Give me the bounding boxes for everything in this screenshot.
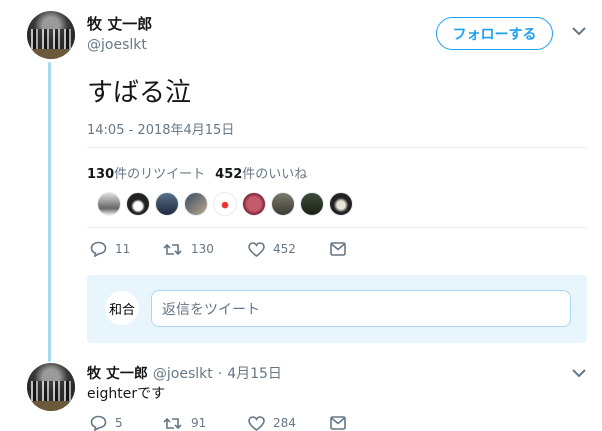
message-icon: [330, 416, 346, 430]
reply-text: eighterです: [87, 386, 166, 402]
retweet-stat[interactable]: 130件のリツイート: [87, 163, 205, 182]
message-icon: [330, 242, 346, 256]
avatar[interactable]: [27, 11, 75, 59]
retweet-button[interactable]: 91: [163, 416, 248, 431]
liker-avatar[interactable]: [126, 192, 150, 216]
liker-avatar[interactable]: [184, 192, 208, 216]
reply-composer: 和合 返信をツイート: [87, 275, 587, 343]
reply-author-handle[interactable]: @joeslkt: [153, 366, 213, 382]
divider: [87, 147, 587, 148]
reply-header: 牧 丈一郎 @joeslkt · 4月15日: [87, 363, 282, 383]
liker-avatar[interactable]: [300, 192, 324, 216]
author-handle[interactable]: @joeslkt: [87, 37, 147, 53]
liker-avatar[interactable]: [213, 192, 237, 216]
reply-author-name[interactable]: 牧 丈一郎: [87, 363, 148, 383]
follow-button[interactable]: フォローする: [436, 17, 553, 50]
divider: [87, 227, 587, 228]
retweet-button[interactable]: 130: [163, 242, 248, 257]
reply-icon: [90, 241, 107, 257]
reply-button[interactable]: 11: [90, 241, 163, 257]
tweet-text: すばる泣: [87, 78, 192, 108]
message-button[interactable]: [330, 242, 346, 256]
user-avatar[interactable]: 和合: [105, 291, 139, 325]
reply-date[interactable]: 4月15日: [227, 363, 282, 383]
like-stat[interactable]: 452件のいいね: [215, 163, 307, 182]
reply-button[interactable]: 5: [90, 415, 163, 431]
liker-avatar[interactable]: [271, 192, 295, 216]
chevron-down-icon[interactable]: [572, 367, 586, 382]
reply-icon: [90, 415, 107, 431]
separator: ·: [217, 366, 223, 382]
like-button[interactable]: 284: [248, 415, 330, 431]
reply-input[interactable]: 返信をツイート: [151, 290, 571, 327]
like-button[interactable]: 452: [248, 241, 330, 257]
tweet-actions: 11 130 452: [90, 241, 346, 257]
liker-avatars: [97, 192, 353, 216]
timestamp[interactable]: 14:05 - 2018年4月15日: [87, 119, 234, 138]
like-icon: [248, 415, 265, 431]
reply-actions: 5 91 284: [90, 415, 346, 431]
liker-avatar[interactable]: [97, 192, 121, 216]
like-icon: [248, 241, 265, 257]
thread-line: [48, 62, 51, 362]
reply-avatar[interactable]: [27, 363, 75, 411]
retweet-icon: [163, 242, 183, 257]
liker-avatar[interactable]: [155, 192, 179, 216]
engagement-stats: 130件のリツイート 452件のいいね: [87, 163, 307, 182]
message-button[interactable]: [330, 416, 346, 430]
retweet-icon: [163, 416, 183, 431]
author-name[interactable]: 牧 丈一郎: [87, 13, 152, 34]
chevron-down-icon[interactable]: [572, 25, 586, 40]
liker-avatar[interactable]: [329, 192, 353, 216]
liker-avatar[interactable]: [242, 192, 266, 216]
